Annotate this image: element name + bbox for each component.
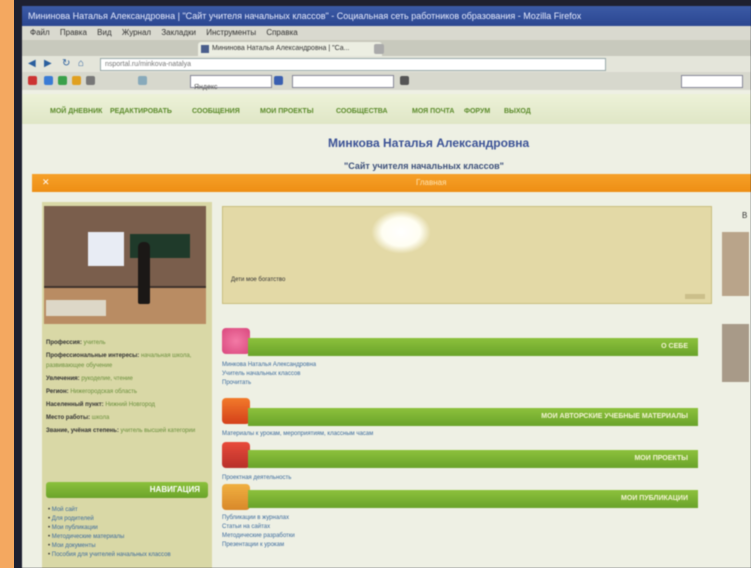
menu-tools[interactable]: Инструменты xyxy=(206,28,256,37)
site-nav-projects[interactable]: МОИ ПРОЕКТЫ xyxy=(260,108,314,115)
profile-row: Профессия: учитель xyxy=(46,340,106,346)
nav-link[interactable]: Методические материалы xyxy=(48,533,208,542)
menu-edit[interactable]: Правка xyxy=(60,28,87,37)
profile-row: Регион: Нижегородская область xyxy=(46,389,138,395)
profile-info: Профессия: учитель Профессиональные инте… xyxy=(46,338,208,439)
navigation-list: Мой сайт Для родителей Мои публикации Ме… xyxy=(48,506,208,560)
main-menu-bar: ✕ Главная xyxy=(32,174,751,192)
section-projects-text: Проектная деятельность xyxy=(222,474,702,483)
nav-link[interactable]: Мой сайт xyxy=(48,506,208,515)
site-nav-communities[interactable]: СООБЩЕСТВА xyxy=(336,108,388,115)
nav-link[interactable]: Мои публикации xyxy=(48,524,208,533)
projects-link[interactable]: Проектная деятельность xyxy=(222,474,702,483)
toolbar-field[interactable] xyxy=(292,75,394,88)
reload-icon[interactable]: ↻ xyxy=(62,58,70,69)
folder-icon xyxy=(222,442,250,468)
tab-bar: Мининова Наталья Александровна | "Са... xyxy=(22,40,751,56)
section-projects: МОИ ПРОЕКТЫ xyxy=(248,450,698,468)
banner: Дети мое богатство xyxy=(222,206,712,304)
publication-link[interactable]: Методические разработки xyxy=(222,532,702,541)
right-column-heading: В xyxy=(742,211,748,220)
site-nav-messages[interactable]: СООБЩЕНИЯ xyxy=(192,108,240,115)
menu-bookmarks[interactable]: Закладки xyxy=(161,28,196,37)
thumbnail-2[interactable] xyxy=(722,324,749,382)
navigation-heading: НАВИГАЦИЯ xyxy=(46,482,208,498)
site-nav-logout[interactable]: ВЫХОД xyxy=(504,108,531,115)
section-about-text: Минкова Наталья Александровна Учитель на… xyxy=(222,361,702,388)
toolbar-icon-2[interactable] xyxy=(58,76,67,85)
yandex-search-input[interactable]: Яндекс xyxy=(190,75,272,91)
section-materials: МОИ АВТОРСКИЕ УЧЕБНЫЕ МАТЕРИАЛЫ xyxy=(248,408,698,426)
about-link[interactable]: Прочитать xyxy=(222,379,702,388)
forward-arrow-icon[interactable]: ▶ xyxy=(44,58,52,69)
right-search-input[interactable] xyxy=(681,75,743,88)
site-nav-edit[interactable]: РЕДАКТИРОВАТЬ xyxy=(110,108,172,115)
site-nav-forum[interactable]: ФОРУМ xyxy=(464,108,490,115)
profile-row: Профессиональные интересы: начальная шко… xyxy=(46,353,192,369)
tab-title: Мининова Наталья Александровна | "Са... xyxy=(212,45,350,52)
publication-link[interactable]: Публикации в журналах xyxy=(222,514,702,523)
books-icon xyxy=(222,398,250,424)
section-materials-text: Материалы к урокам, мероприятиям, классн… xyxy=(222,430,702,439)
site-nav-mail[interactable]: МОЯ ПОЧТА xyxy=(412,108,454,115)
toolbar-icon-4[interactable] xyxy=(86,76,95,85)
profile-row: Звание, учёная степень: учитель высшей к… xyxy=(46,428,196,434)
publication-link[interactable]: Презентации к урокам xyxy=(222,541,702,550)
yandex-icon[interactable] xyxy=(28,76,37,85)
page-title: Минкова Наталья Александровна xyxy=(328,136,530,150)
new-tab-button[interactable] xyxy=(374,44,384,54)
section-about: О СЕБЕ xyxy=(248,338,698,356)
nav-link[interactable]: Мои документы xyxy=(48,542,208,551)
browser-window: Мининова Наталья Александровна | "Сайт у… xyxy=(22,6,751,568)
flower-icon xyxy=(222,328,250,354)
toolbar-icon-3[interactable] xyxy=(72,76,81,85)
site-navigation: МОЙ ДНЕВНИК РЕДАКТИРОВАТЬ СООБЩЕНИЯ МОИ … xyxy=(22,94,751,124)
section-publications: МОИ ПУБЛИКАЦИИ xyxy=(248,490,698,508)
profile-row: Место работы: школа xyxy=(46,415,110,421)
back-arrow-icon[interactable]: ◀ xyxy=(28,58,36,69)
menu-help[interactable]: Справка xyxy=(266,28,297,37)
toolbar-icon-5[interactable] xyxy=(138,76,147,85)
toolbar-icon-1[interactable] xyxy=(44,76,53,85)
search-label: Яндекс xyxy=(194,84,218,91)
favicon-icon xyxy=(201,45,209,53)
navigation-toolbar: ◀ ▶ ↻ ⌂ nsportal.ru/minkova-natalya xyxy=(22,56,751,72)
nav-link[interactable]: Для родителей xyxy=(48,515,208,524)
thumbnail-1[interactable] xyxy=(722,232,749,296)
home-icon[interactable]: ⌂ xyxy=(78,58,84,69)
yandex-toolbar: Яндекс xyxy=(22,72,751,91)
site-nav-diary[interactable]: МОЙ ДНЕВНИК xyxy=(50,108,102,115)
materials-link[interactable]: Материалы к урокам, мероприятиям, классн… xyxy=(222,430,702,439)
page-subtitle: "Сайт учителя начальных классов" xyxy=(344,161,504,171)
home-link[interactable]: Главная xyxy=(416,178,446,187)
menu-history[interactable]: Журнал xyxy=(122,28,151,37)
search-icon[interactable] xyxy=(400,76,409,85)
banner-corner xyxy=(685,294,705,299)
pencil-icon xyxy=(222,484,250,510)
nav-link[interactable]: Пособия для учителей начальных классов xyxy=(48,551,208,560)
profile-row: Увлечения: рукоделие, чтение xyxy=(46,376,133,382)
menu-view[interactable]: Вид xyxy=(97,28,111,37)
address-bar[interactable]: nsportal.ru/minkova-natalya xyxy=(100,58,606,71)
banner-caption: Дети мое богатство xyxy=(231,277,286,283)
publication-link[interactable]: Статьи на сайтах xyxy=(222,523,702,532)
menu-marker-icon: ✕ xyxy=(42,177,50,187)
browser-tab[interactable]: Мининова Наталья Александровна | "Са... xyxy=(198,42,382,56)
screen-glare xyxy=(371,210,431,254)
section-publications-text: Публикации в журналах Статьи на сайтах М… xyxy=(222,514,702,550)
menu-file[interactable]: Файл xyxy=(30,28,50,37)
about-line: Учитель начальных классов xyxy=(222,371,301,377)
menu-bar: Файл Правка Вид Журнал Закладки Инструме… xyxy=(22,26,751,40)
profile-row: Населенный пункт: Нижний Новгород xyxy=(46,402,156,408)
about-line: Минкова Наталья Александровна xyxy=(222,362,317,368)
window-title: Мининова Наталья Александровна | "Сайт у… xyxy=(22,6,751,26)
find-icon[interactable] xyxy=(274,76,283,85)
profile-photo xyxy=(44,206,206,324)
